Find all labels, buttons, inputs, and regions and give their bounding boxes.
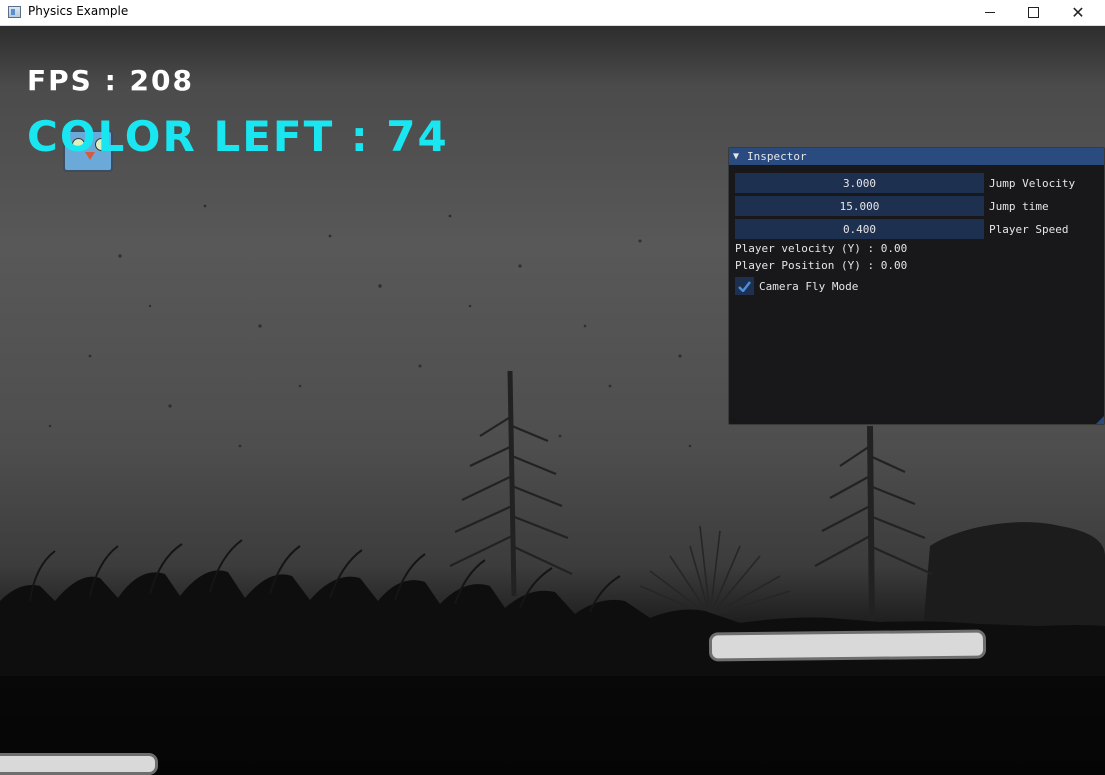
inspector-panel[interactable]: ▼ Inspector 3.000 Jump Velocity 15.000 J… (728, 147, 1105, 425)
jump-time-label: Jump time (989, 199, 1049, 213)
inspector-title: Inspector (747, 150, 807, 163)
color-left-counter: COLOR LEFT : 74 (27, 112, 449, 161)
minimize-icon (985, 12, 995, 13)
dead-tree-left (449, 370, 573, 597)
maximize-button[interactable] (1010, 0, 1056, 25)
camera-fly-mode-label: Camera Fly Mode (759, 279, 859, 293)
platform (0, 753, 158, 775)
app-icon (8, 6, 21, 18)
fps-counter: FPS : 208 (27, 64, 194, 97)
dead-tree-right (814, 425, 933, 627)
player-position-readout: Player Position (Y) : 0.00 (735, 259, 908, 272)
jump-velocity-input[interactable]: 3.000 (735, 173, 984, 193)
platform (708, 629, 987, 662)
camera-fly-mode-checkbox[interactable] (735, 277, 754, 295)
bare-shrub (639, 525, 791, 617)
player-speed-row: 0.400 Player Speed (735, 219, 1068, 239)
jump-velocity-row: 3.000 Jump Velocity (735, 173, 1075, 193)
checkmark-icon (738, 280, 751, 292)
maximize-icon (1027, 7, 1039, 18)
window-title: Physics Example (28, 4, 129, 18)
close-icon: ✕ (1071, 2, 1085, 22)
camera-fly-mode-row[interactable]: Camera Fly Mode (735, 277, 858, 295)
jump-velocity-label: Jump Velocity (989, 176, 1076, 190)
jump-time-input[interactable]: 15.000 (735, 196, 984, 216)
inspector-header[interactable]: ▼ Inspector (729, 148, 1104, 165)
jump-time-row: 15.000 Jump time (735, 196, 1049, 216)
window-titlebar: Physics Example ✕ (0, 0, 1105, 26)
player-velocity-readout: Player velocity (Y) : 0.00 (735, 242, 908, 255)
player-speed-input[interactable]: 0.400 (735, 219, 984, 239)
resize-grip[interactable] (1096, 416, 1104, 424)
minimize-button[interactable] (967, 0, 1013, 25)
close-button[interactable]: ✕ (1055, 0, 1101, 25)
sky-particles (48, 204, 692, 448)
collapse-arrow-icon[interactable]: ▼ (733, 151, 747, 162)
game-viewport[interactable]: FPS : 208 COLOR LEFT : 74 ▼ Inspector 3.… (0, 26, 1105, 775)
player-speed-label: Player Speed (989, 222, 1069, 236)
